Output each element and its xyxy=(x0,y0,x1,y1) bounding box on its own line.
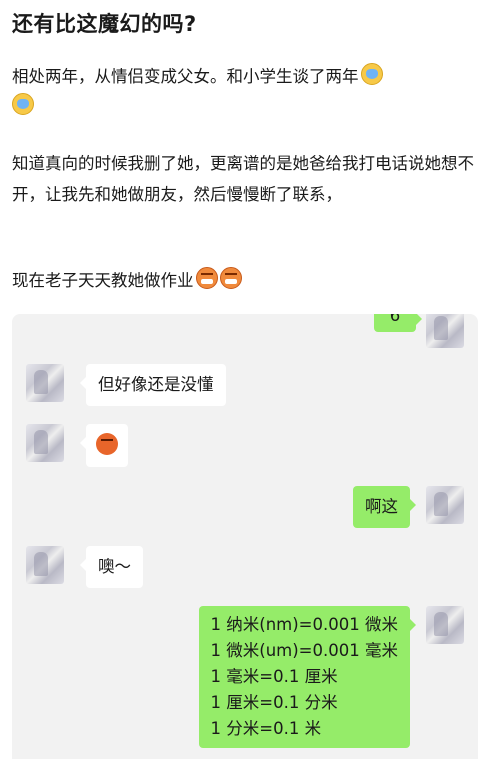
conversion-line: 1 微米(um)=0.001 毫米 xyxy=(210,641,398,660)
angry-face-icon xyxy=(219,267,242,289)
chat-bubble-sent: 啊这 xyxy=(353,486,416,528)
chat-bubble-received xyxy=(80,424,128,467)
post-paragraph-1: 相处两年，从情侣变成父女。和小学生谈了两年 xyxy=(12,62,474,122)
avatar-self xyxy=(426,486,464,524)
chat-bubble-text: 但好像还是没懂 xyxy=(98,375,214,394)
chat-bubble-sent-conversions: 1 纳米(nm)=0.001 微米 1 微米(um)=0.001 毫米 1 毫米… xyxy=(198,606,417,748)
conversion-line: 1 分米=0.1 米 xyxy=(210,719,322,738)
avatar-other xyxy=(26,424,64,462)
crying-face-icon xyxy=(360,63,383,85)
post-paragraph-2: 知道真向的时候我删了她，更离谱的是她爸给我打电话说她想不开，让我先和她做朋友，然… xyxy=(12,154,474,204)
chat-bubble-sent: 6 xyxy=(374,314,422,332)
conversion-line: 1 纳米(nm)=0.001 微米 xyxy=(210,615,398,634)
paragraph-3-text: 现在老子天天教她做作业 xyxy=(12,271,194,290)
chat-bubble-text: 噢～ xyxy=(98,557,131,576)
chat-bubble-received: 噢～ xyxy=(80,546,143,588)
chat-bubble-text: 6 xyxy=(389,314,401,325)
avatar-self xyxy=(426,314,464,348)
paragraph-1-text: 相处两年，从情侣变成父女。和小学生谈了两年 xyxy=(12,67,359,86)
avatar-other xyxy=(26,546,64,584)
chat-bubble-received: 但好像还是没懂 xyxy=(80,364,226,406)
crying-face-icon xyxy=(12,93,34,115)
chat-bubble-text: 啊这 xyxy=(365,497,398,516)
conversion-line: 1 毫米=0.1 厘米 xyxy=(210,667,338,686)
orange-face-icon xyxy=(96,433,118,455)
post-title: 还有比这魔幻的吗? xyxy=(12,12,197,36)
avatar-other xyxy=(26,364,64,402)
conversion-line: 1 厘米=0.1 分米 xyxy=(210,693,338,712)
angry-face-icon xyxy=(195,267,218,289)
chat-screenshot: 6 但好像还是没懂 啊这 噢～ 1 纳米(nm)=0.001 微米 1 微米(u… xyxy=(12,314,478,759)
post-paragraph-3: 现在老子天天教她做作业 xyxy=(12,266,474,296)
avatar-self xyxy=(426,606,464,644)
